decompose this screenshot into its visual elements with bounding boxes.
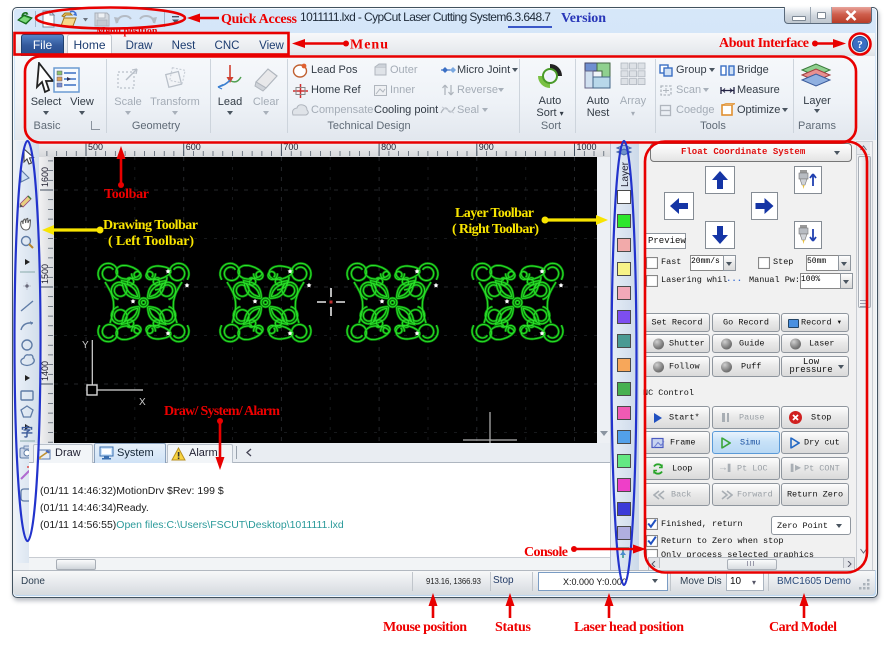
svg-text:Status: Status xyxy=(495,620,532,635)
svg-text:500: 500 xyxy=(88,142,103,152)
svg-text:Layer: Layer xyxy=(620,161,631,187)
svg-text:1000: 1000 xyxy=(577,142,597,152)
svg-text:?: ? xyxy=(857,39,863,51)
svg-text:Version: Version xyxy=(561,11,606,26)
svg-text:X: X xyxy=(139,397,146,408)
svg-text:900: 900 xyxy=(479,142,494,152)
svg-text:字: 字 xyxy=(21,424,33,439)
svg-text:1500: 1500 xyxy=(40,264,50,284)
svg-text:Card Model: Card Model xyxy=(769,620,837,635)
svg-text:Laser head position: Laser head position xyxy=(574,620,684,635)
svg-text:800: 800 xyxy=(381,142,396,152)
svg-text:600: 600 xyxy=(186,142,201,152)
svg-text:Mouse position: Mouse position xyxy=(383,620,467,635)
svg-text:1600: 1600 xyxy=(40,167,50,187)
svg-text:700: 700 xyxy=(283,142,298,152)
svg-text:1400: 1400 xyxy=(40,361,50,381)
svg-text:1011111.lxd - CypCut Laser Cut: 1011111.lxd - CypCut Laser Cutting Syste… xyxy=(300,10,551,24)
svg-text:Y: Y xyxy=(82,340,89,351)
